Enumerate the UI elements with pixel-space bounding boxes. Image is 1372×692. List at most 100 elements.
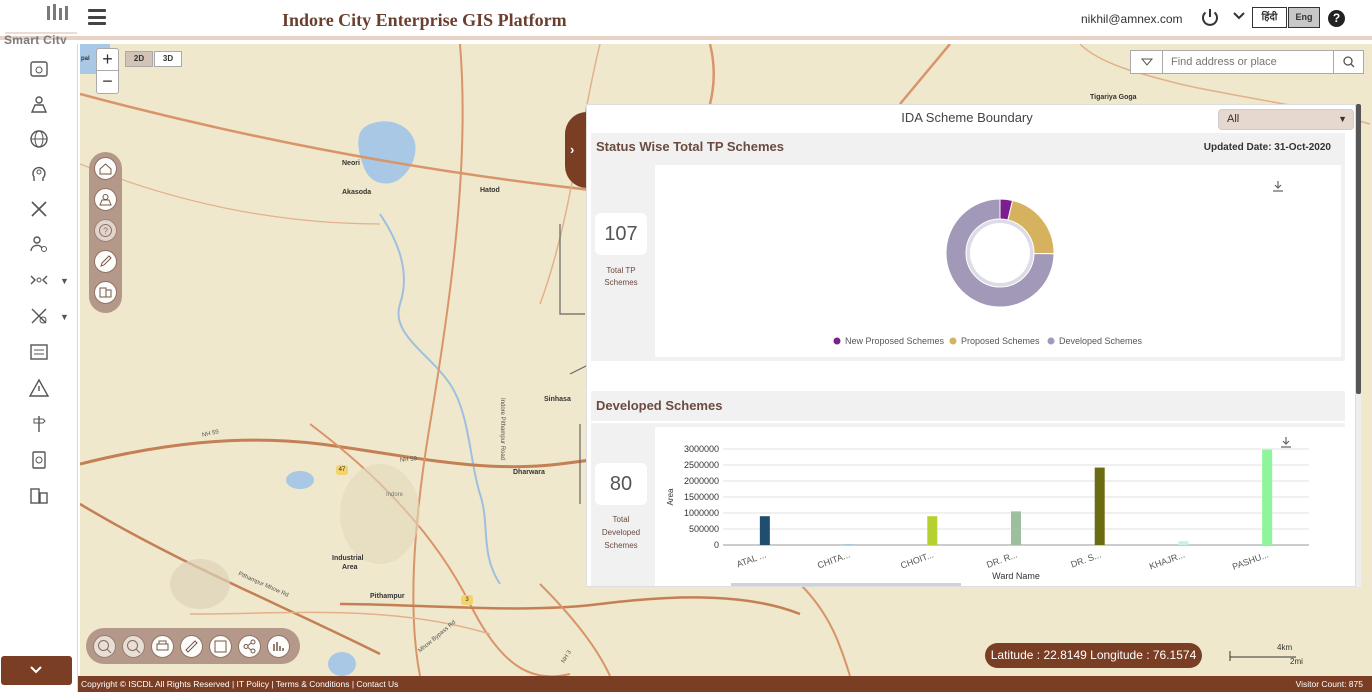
question-icon[interactable]: ? [94, 219, 117, 242]
chevron-down-icon[interactable] [1232, 9, 1246, 23]
map-label-area: Area [342, 564, 358, 571]
map-label-indore: Indore [386, 492, 404, 498]
scale-line [1229, 651, 1296, 661]
map-label-pithampur: Pithampur [370, 593, 405, 600]
measure-icon[interactable] [180, 635, 203, 658]
y-tick-label: 1000000 [684, 508, 719, 518]
zoom-out-button[interactable]: − [97, 71, 118, 93]
map-label-industrial: Industrial [332, 555, 364, 562]
map-label-neori: Neori [342, 160, 360, 167]
legend-marker [1047, 337, 1055, 345]
legend-marker [833, 337, 841, 345]
map-tools-panel: ? [89, 152, 122, 313]
coordinate-readout: Latitude : 22.8149 Longitude : 76.1574 [985, 643, 1202, 668]
scheme-filter-select[interactable]: All ▼ [1218, 109, 1354, 130]
scale-bar: 4km 2mi [1228, 643, 1303, 667]
status-section-header: Status Wise Total TP Schemes Updated Dat… [591, 133, 1345, 161]
bar [1094, 467, 1105, 545]
map-label-hatod: Hatod [480, 187, 500, 194]
developed-section-header: Developed Schemes [591, 391, 1345, 421]
y-axis-label: Area [666, 488, 675, 505]
globe-icon[interactable] [28, 128, 50, 150]
document-icon[interactable] [28, 449, 50, 471]
power-icon[interactable] [1199, 6, 1221, 28]
y-tick-label: 500000 [689, 524, 719, 534]
tools-icon[interactable] [28, 198, 50, 220]
footer-links[interactable]: Copyright © ISCDL All Rights Reserved | … [81, 676, 398, 692]
bar [759, 516, 770, 545]
address-search [1130, 50, 1364, 74]
panel-scrollbar[interactable] [1356, 104, 1361, 587]
download-icon[interactable] [1279, 435, 1293, 449]
total-developed-label-2: Developed [601, 528, 641, 537]
total-developed-label-3: Schemes [604, 541, 638, 550]
x-tick-label: CHITA... [816, 549, 851, 570]
user-settings-icon[interactable] [28, 233, 50, 255]
donut-chart: New Proposed Schemes Proposed Schemes Deve… [833, 198, 1143, 346]
chart-icon[interactable] [267, 635, 290, 658]
home-icon[interactable] [94, 157, 117, 180]
dashboard-icon[interactable] [28, 58, 50, 80]
sidebar-expand-button[interactable] [1, 656, 72, 685]
total-developed-label-1: Total [612, 515, 630, 524]
settings-tools-icon[interactable] [28, 305, 50, 327]
lang-hindi-button[interactable]: हिंदी [1252, 7, 1287, 28]
x-axis-label: Ward Name [992, 571, 1040, 581]
x-tick-label: DR. S... [1069, 549, 1102, 569]
y-tick-label: 0 [714, 540, 719, 550]
gallery-icon[interactable] [28, 485, 50, 507]
bar [927, 516, 938, 545]
network-icon[interactable] [28, 268, 50, 290]
chart-scrollbar [731, 583, 961, 586]
list-icon[interactable] [28, 341, 50, 363]
total-developed-value: 80 [595, 463, 647, 505]
bar [1011, 511, 1021, 545]
panel-collapse-button[interactable]: › [565, 112, 587, 188]
bar-chart-box: 0 500000 1000000 1500000 2000000 2500000 30000… [655, 427, 1345, 586]
chevron-down-icon: ▼ [1338, 114, 1347, 124]
status-section-title: Status Wise Total TP Schemes [596, 139, 784, 154]
user-location-icon[interactable] [28, 93, 50, 115]
help-icon[interactable]: ? [1328, 10, 1345, 27]
menu-icon[interactable] [88, 9, 106, 25]
lang-english-button[interactable]: Eng [1288, 7, 1320, 28]
developed-section-body: 80 Total Developed Schemes 0 500000 100000… [591, 423, 1345, 586]
y-tick-label: 2000000 [684, 476, 719, 486]
app-header: Smart City Indore City Enterprise GIS Pl… [0, 0, 1372, 47]
total-tp-label-1: Total TP [606, 266, 636, 275]
x-tick-label: CHOIT... [899, 549, 935, 570]
chevron-down-icon [30, 666, 42, 674]
map-label-ringroad: Indore Pithampur Road [499, 398, 505, 461]
location-icon[interactable] [94, 188, 117, 211]
layers-icon[interactable] [94, 281, 117, 304]
print-icon[interactable] [151, 635, 174, 658]
view-2d-button[interactable]: 2D [125, 51, 153, 67]
ida-scheme-panel: IDA Scheme Boundary All ▼ Status Wise Tot… [586, 104, 1356, 587]
zoom-in-icon[interactable] [93, 635, 116, 658]
search-input[interactable] [1171, 53, 1321, 71]
chevron-down-icon[interactable]: ▼ [60, 276, 69, 286]
chevron-down-icon[interactable]: ▼ [60, 312, 69, 322]
search-filter-dropdown[interactable] [1131, 51, 1163, 73]
scrollbar-thumb[interactable] [1356, 104, 1361, 394]
map-layout-icon[interactable] [209, 635, 232, 658]
map-label-akasoda: Akasoda [342, 189, 372, 196]
signpost-icon[interactable] [28, 413, 50, 435]
updated-date: Updated Date: 31-Oct-2020 [1203, 142, 1331, 153]
visitor-count: Visitor Count: 875 [1295, 679, 1363, 689]
view-3d-button[interactable]: 3D [154, 51, 182, 67]
head-gear-icon[interactable] [28, 163, 50, 185]
zoom-in-button[interactable]: + [97, 49, 118, 71]
edit-icon[interactable] [94, 250, 117, 273]
download-icon[interactable] [1271, 179, 1285, 193]
share-icon[interactable] [238, 635, 261, 658]
y-tick-label: 2500000 [684, 460, 719, 470]
search-button[interactable] [1333, 51, 1363, 73]
warning-icon[interactable] [28, 377, 50, 399]
bar-chart: 0 500000 1000000 1500000 2000000 2500000 30000… [666, 444, 1309, 586]
x-tick-label: PASHU... [1231, 549, 1270, 571]
legend-label: Developed Schemes [1059, 336, 1143, 346]
zoom-out-icon[interactable] [122, 635, 145, 658]
donut-chart-box: New Proposed Schemes Proposed Schemes Deve… [655, 165, 1341, 357]
legend-label: New Proposed Schemes [845, 336, 945, 346]
